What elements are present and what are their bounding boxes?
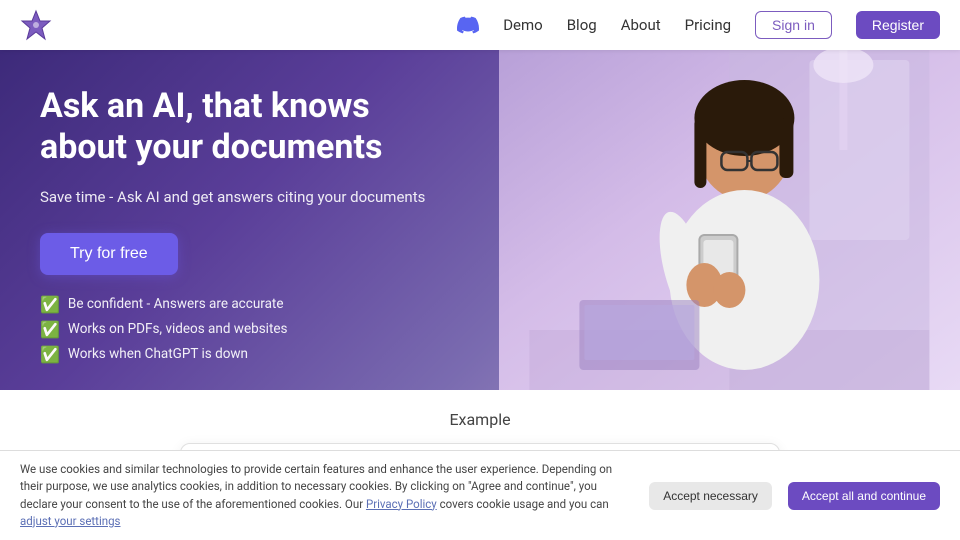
discord-icon[interactable] (457, 14, 479, 36)
logo[interactable] (20, 9, 52, 41)
check-icon-3: ✅ (40, 345, 60, 364)
cookie-message-2: covers cookie usage and you can (440, 497, 609, 511)
cookie-text: We use cookies and similar technologies … (20, 461, 633, 530)
hero-subtitle: Save time - Ask AI and get answers citin… (40, 186, 459, 209)
nav-links: Demo Blog About Pricing Sign in Register (457, 11, 940, 39)
nav-about[interactable]: About (621, 16, 661, 34)
nav-blog[interactable]: Blog (567, 16, 597, 34)
hero-title: Ask an AI, that knows about your documen… (40, 86, 459, 168)
accept-all-button[interactable]: Accept all and continue (788, 482, 940, 510)
accept-necessary-button[interactable]: Accept necessary (649, 482, 772, 510)
check-icon-2: ✅ (40, 320, 60, 339)
privacy-policy-link[interactable]: Privacy Policy (366, 497, 437, 511)
example-label: Example (449, 410, 510, 429)
hero-image (499, 50, 960, 390)
feature-2-text: Works on PDFs, videos and websites (68, 321, 288, 337)
hero-section: Ask an AI, that knows about your documen… (0, 50, 960, 390)
register-button[interactable]: Register (856, 11, 940, 39)
signin-button[interactable]: Sign in (755, 11, 832, 39)
hero-illustration (499, 50, 960, 390)
cookie-settings-link[interactable]: adjust your settings (20, 514, 121, 528)
feature-2: ✅ Works on PDFs, videos and websites (40, 320, 459, 339)
nav-pricing[interactable]: Pricing (685, 16, 731, 34)
cookie-banner: We use cookies and similar technologies … (0, 450, 960, 540)
feature-1: ✅ Be confident - Answers are accurate (40, 295, 459, 314)
feature-3-text: Works when ChatGPT is down (68, 346, 248, 362)
navbar: Demo Blog About Pricing Sign in Register (0, 0, 960, 50)
nav-demo[interactable]: Demo (503, 16, 543, 34)
feature-3: ✅ Works when ChatGPT is down (40, 345, 459, 364)
hero-content: Ask an AI, that knows about your documen… (0, 50, 499, 390)
check-icon-1: ✅ (40, 295, 60, 314)
hero-features: ✅ Be confident - Answers are accurate ✅ … (40, 295, 459, 364)
logo-icon (20, 9, 52, 41)
try-for-free-button[interactable]: Try for free (40, 233, 178, 275)
feature-1-text: Be confident - Answers are accurate (68, 296, 284, 312)
